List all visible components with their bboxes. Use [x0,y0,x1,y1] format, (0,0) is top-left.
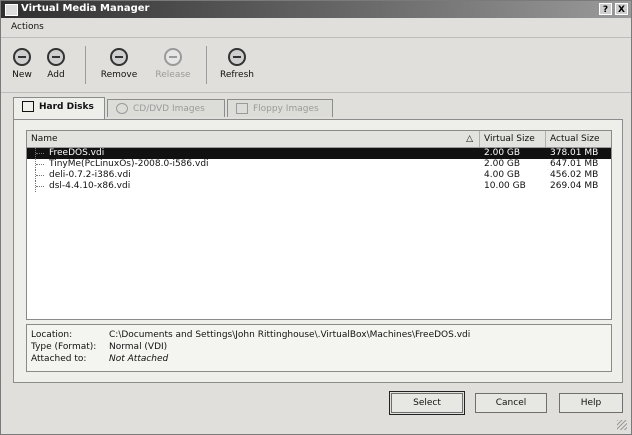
media-tabs: Hard Disks CD/DVD Images Floppy Images [13,97,623,119]
app-icon [5,4,18,16]
cancel-button[interactable]: Cancel [475,393,547,413]
tree-line [35,159,48,170]
menu-bar: Actions [1,20,631,36]
toolbar: New Add Remove Release Refresh [1,37,631,93]
close-button[interactable]: X [615,3,628,15]
column-header-name[interactable]: Name △ [27,131,480,147]
table-row[interactable]: deli-0.7.2-i386.vdi 4.00 GB 456.02 MB [27,170,611,181]
row-virtual-size: 10.00 GB [484,181,526,191]
refresh-button[interactable]: Refresh [215,48,259,80]
help-button[interactable]: Help [559,393,623,413]
hard-disk-icon [22,101,34,112]
row-name: deli-0.7.2-i386.vdi [49,170,131,180]
tab-cd-dvd-images[interactable]: CD/DVD Images [107,99,225,117]
remove-disk-icon [110,48,128,66]
location-value: C:\Documents and Settings\John Rittingho… [109,330,471,340]
new-label: New [12,70,32,80]
floppy-icon [236,103,248,114]
column-name-label: Name [31,134,58,144]
row-virtual-size: 2.00 GB [484,148,521,158]
type-label: Type (Format): [31,342,97,352]
toolbar-separator [85,46,86,84]
release-disk-icon [164,48,182,66]
row-name: FreeDOS.vdi [49,148,105,158]
cd-icon [116,103,128,114]
tab-floppy-label: Floppy Images [253,104,319,114]
row-actual-size: 647.01 MB [550,159,599,169]
table-row[interactable]: FreeDOS.vdi 2.00 GB 378.01 MB [27,148,611,159]
refresh-label: Refresh [220,70,254,80]
new-disk-icon [13,48,31,66]
tree-line [35,148,48,159]
add-label: Add [47,70,65,80]
table-row[interactable]: dsl-4.4.10-x86.vdi 10.00 GB 269.04 MB [27,181,611,192]
new-button[interactable]: New [9,48,35,80]
row-name: TinyMe(PcLinuxOs)-2008.0-i586.vdi [49,159,209,169]
tab-floppy-images[interactable]: Floppy Images [227,99,333,117]
menu-actions[interactable]: Actions [11,22,44,32]
type-value: Normal (VDI) [109,342,168,352]
title-bar: Virtual Media Manager ? X [1,1,631,18]
tree-line [35,170,48,181]
tab-hard-disks-label: Hard Disks [39,102,94,112]
row-virtual-size: 2.00 GB [484,159,521,169]
release-label: Release [155,70,191,80]
add-button[interactable]: Add [43,48,69,80]
attached-label: Attached to: [31,354,87,364]
row-actual-size: 378.01 MB [550,148,599,158]
toolbar-separator [206,46,207,84]
remove-label: Remove [100,70,138,80]
help-title-button[interactable]: ? [599,3,612,15]
list-header: Name △ Virtual Size Actual Size [27,131,611,148]
disk-details: Location: C:\Documents and Settings\John… [26,324,612,372]
row-name: dsl-4.4.10-x86.vdi [49,181,131,191]
attached-value: Not Attached [109,354,169,364]
hard-disks-panel: Name △ Virtual Size Actual Size FreeDOS.v… [13,119,623,383]
tab-hard-disks[interactable]: Hard Disks [13,97,105,119]
release-button[interactable]: Release [151,48,195,80]
sort-arrow-icon: △ [466,134,473,144]
resize-grip-icon[interactable] [617,420,627,430]
row-actual-size: 269.04 MB [550,181,599,191]
add-disk-icon [47,48,65,66]
column-header-virtual-size[interactable]: Virtual Size [480,131,546,147]
location-label: Location: [31,330,73,340]
table-row[interactable]: TinyMe(PcLinuxOs)-2008.0-i586.vdi 2.00 G… [27,159,611,170]
refresh-icon [228,48,246,66]
tab-cd-dvd-label: CD/DVD Images [133,104,205,114]
window-title: Virtual Media Manager [21,3,150,14]
select-button[interactable]: Select [389,391,465,415]
disk-list[interactable]: Name △ Virtual Size Actual Size FreeDOS.v… [26,130,612,320]
row-virtual-size: 4.00 GB [484,170,521,180]
column-header-actual-size[interactable]: Actual Size [546,131,611,147]
virtual-media-manager-window: Virtual Media Manager ? X Actions New Ad… [0,0,632,435]
tree-line [35,181,48,192]
row-actual-size: 456.02 MB [550,170,599,180]
remove-button[interactable]: Remove [97,48,141,80]
